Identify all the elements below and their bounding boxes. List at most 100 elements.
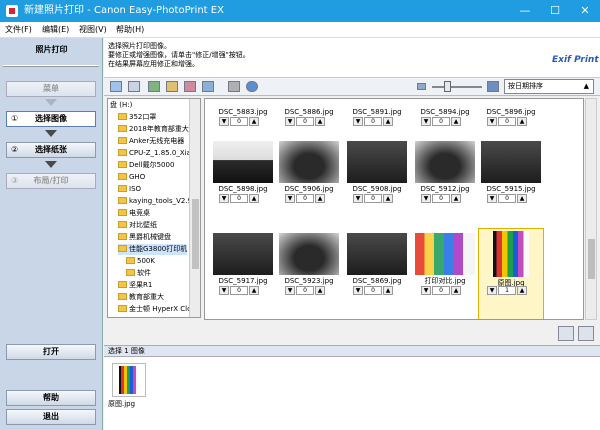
thumbnail-cell[interactable]: DSC_5883.jpg ▼ 0 ▲	[211, 99, 275, 131]
increment-icon[interactable]: ▲	[451, 286, 461, 295]
selected-thumbnail[interactable]	[112, 363, 146, 397]
thumbnail-cell[interactable]: DSC_5906.jpg ▼ 0 ▲	[277, 137, 341, 230]
thumb-view-icon[interactable]	[110, 81, 122, 92]
close-button[interactable]: ✕	[570, 0, 600, 22]
tree-node[interactable]: 500K	[126, 256, 155, 267]
increment-icon[interactable]: ▲	[451, 194, 461, 203]
select-all-icon[interactable]	[148, 81, 160, 92]
thumbnail-cell[interactable]: DSC_5917.jpg ▼ 0 ▲	[211, 229, 275, 319]
decrement-icon[interactable]: ▼	[487, 286, 497, 295]
tree-node[interactable]: 352口罩	[118, 112, 156, 123]
grid-scrollbar[interactable]	[585, 98, 597, 320]
decrement-icon[interactable]: ▼	[219, 117, 229, 126]
increment-icon[interactable]: ▲	[249, 286, 259, 295]
photo-icon[interactable]	[202, 81, 214, 92]
decrement-icon[interactable]: ▼	[487, 117, 497, 126]
increment-icon[interactable]: ▲	[315, 286, 325, 295]
folder-tree[interactable]: 盘 (H:) 352口罩 2018年教育部重大课题 Anker无线充电器 CPU-Z_1…	[107, 98, 201, 318]
select-image-step-button[interactable]: ① 选择图像	[6, 111, 96, 127]
print-count[interactable]: 0	[432, 117, 450, 126]
tree-node[interactable]: 盘 (H:)	[110, 100, 132, 111]
thumbnail-cell[interactable]: 原图.jpg ▼ 1 ▲	[478, 228, 544, 319]
thumbnail-cell[interactable]: DSC_5894.jpg ▼ 0 ▲	[413, 99, 477, 131]
print-count-stepper[interactable]: ▼ 0 ▲	[487, 117, 533, 126]
print-count[interactable]: 0	[296, 286, 314, 295]
scrollbar-thumb[interactable]	[192, 199, 199, 269]
sort-select[interactable]: 按日期排序 ▲	[504, 79, 594, 94]
tree-node[interactable]: 电竞桌	[118, 208, 150, 219]
increment-icon[interactable]: ▲	[517, 117, 527, 126]
increment-icon[interactable]: ▲	[383, 286, 393, 295]
thumbnail-cell[interactable]: 打印对比.jpg ▼ 0 ▲	[413, 229, 477, 319]
decrement-icon[interactable]: ▼	[219, 286, 229, 295]
list-view-icon[interactable]	[128, 81, 140, 92]
decrement-icon[interactable]: ▼	[353, 286, 363, 295]
decrement-icon[interactable]: ▼	[353, 194, 363, 203]
increment-icon[interactable]: ▲	[315, 194, 325, 203]
tree-node[interactable]: 软件	[126, 268, 151, 279]
tree-node[interactable]: ISO	[118, 184, 141, 195]
print-count[interactable]: 1	[498, 286, 516, 295]
print-count-stepper[interactable]: ▼ 0 ▲	[219, 286, 265, 295]
scrollbar-thumb[interactable]	[588, 239, 595, 279]
print-count[interactable]: 0	[432, 286, 450, 295]
print-count-stepper[interactable]: ▼ 0 ▲	[353, 194, 399, 203]
increment-icon[interactable]: ▲	[249, 117, 259, 126]
tree-node[interactable]: 教育部重大	[118, 292, 164, 303]
minimize-button[interactable]: —	[510, 0, 540, 22]
decrement-icon[interactable]: ▼	[219, 194, 229, 203]
layout-print-step-button[interactable]: ③ 布局/打印	[6, 173, 96, 189]
print-count[interactable]: 0	[364, 117, 382, 126]
print-count[interactable]: 0	[230, 194, 248, 203]
increment-icon[interactable]: ▲	[517, 286, 527, 295]
tree-scrollbar[interactable]	[189, 99, 200, 317]
increment-icon[interactable]: ▲	[249, 194, 259, 203]
menu-file[interactable]: 文件(F)	[5, 24, 32, 36]
thumbnail-cell[interactable]: DSC_5896.jpg ▼ 0 ▲	[479, 99, 543, 131]
menu-view[interactable]: 视图(V)	[79, 24, 107, 36]
rotate-left-icon[interactable]	[558, 326, 574, 341]
tree-node[interactable]: Anker无线充电器	[118, 136, 184, 147]
print-count[interactable]: 0	[498, 194, 516, 203]
thumbnail-cell[interactable]: DSC_5886.jpg ▼ 0 ▲	[277, 99, 341, 131]
select-paper-step-button[interactable]: ② 选择纸张	[6, 142, 96, 158]
help-button[interactable]: 帮助	[6, 390, 96, 406]
menu-step-button[interactable]: 菜单	[6, 81, 96, 97]
thumbnail-size-slider[interactable]	[444, 81, 451, 92]
tree-node[interactable]: kaying_tools_V2.91	[118, 196, 196, 207]
decrement-icon[interactable]: ▼	[421, 194, 431, 203]
tree-node[interactable]: 对比壁纸	[118, 220, 157, 231]
print-count-stepper[interactable]: ▼ 0 ▲	[285, 194, 331, 203]
edit-icon[interactable]	[166, 81, 178, 92]
thumbnail-cell[interactable]: DSC_5891.jpg ▼ 0 ▲	[345, 99, 409, 131]
print-count-stepper[interactable]: ▼ 0 ▲	[219, 194, 265, 203]
increment-icon[interactable]: ▲	[383, 194, 393, 203]
decrement-icon[interactable]: ▼	[487, 194, 497, 203]
tree-node[interactable]: 佳能G3800打印机	[118, 244, 188, 255]
thumbnail-cell[interactable]: DSC_5912.jpg ▼ 0 ▲	[413, 137, 477, 230]
scanner-icon[interactable]	[228, 81, 240, 92]
maximize-button[interactable]: ☐	[540, 0, 570, 22]
print-count-stepper[interactable]: ▼ 0 ▲	[487, 194, 533, 203]
decrement-icon[interactable]: ▼	[421, 286, 431, 295]
increment-icon[interactable]: ▲	[517, 194, 527, 203]
increment-icon[interactable]: ▲	[315, 117, 325, 126]
print-count-stepper[interactable]: ▼ 0 ▲	[353, 286, 399, 295]
print-count[interactable]: 0	[296, 117, 314, 126]
decrement-icon[interactable]: ▼	[285, 194, 295, 203]
decrement-icon[interactable]: ▼	[285, 286, 295, 295]
rotate-right-icon[interactable]	[578, 326, 594, 341]
tree-node[interactable]: 坚果R1	[118, 280, 152, 291]
print-count-stepper[interactable]: ▼ 0 ▲	[219, 117, 265, 126]
menu-help[interactable]: 帮助(H)	[116, 24, 144, 36]
print-count-stepper[interactable]: ▼ 0 ▲	[285, 286, 331, 295]
print-count-stepper[interactable]: ▼ 0 ▲	[353, 117, 399, 126]
web-icon[interactable]	[246, 81, 258, 92]
print-count-stepper[interactable]: ▼ 0 ▲	[421, 194, 467, 203]
thumbnail-cell[interactable]: DSC_5915.jpg ▼ 0 ▲	[479, 137, 543, 230]
decrement-icon[interactable]: ▼	[353, 117, 363, 126]
decrement-icon[interactable]: ▼	[421, 117, 431, 126]
increment-icon[interactable]: ▲	[451, 117, 461, 126]
tree-node[interactable]: GHO	[118, 172, 145, 183]
open-button[interactable]: 打开	[6, 344, 96, 360]
